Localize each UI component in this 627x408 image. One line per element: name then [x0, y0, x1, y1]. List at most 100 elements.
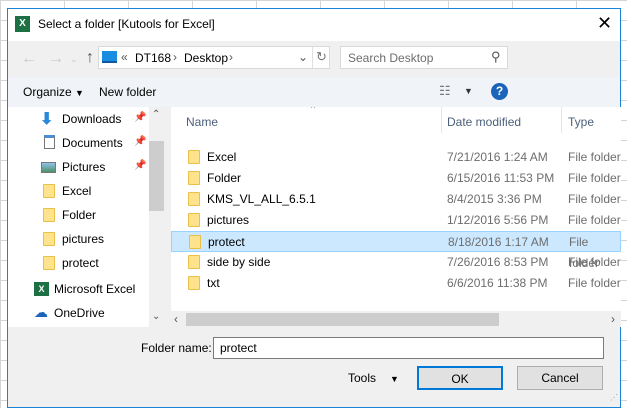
view-dropdown-icon[interactable]: ▼ — [464, 86, 473, 96]
file-date: 7/26/2016 8:53 PM — [447, 255, 549, 269]
back-icon[interactable]: ← — [21, 50, 37, 68]
view-options-icon[interactable]: ☷ — [439, 83, 451, 99]
file-row[interactable]: txt 6/6/2016 11:38 PM File folder — [171, 273, 621, 294]
download-icon: ⬇ — [40, 111, 54, 128]
sidebar-item-excel[interactable]: Excel — [8, 179, 148, 203]
file-row[interactable]: Excel 7/21/2016 1:24 AM File folder — [171, 147, 621, 168]
folder-icon — [188, 213, 200, 227]
refresh-icon[interactable]: ↻ — [316, 49, 327, 65]
ok-button[interactable]: OK — [417, 366, 503, 390]
file-row[interactable]: protect 8/18/2016 1:17 AM File folder — [171, 231, 621, 270]
file-date: 6/15/2016 11:53 PM — [447, 171, 555, 185]
file-date: 1/12/2016 5:56 PM — [447, 213, 549, 227]
tools-button[interactable]: Tools ▼ — [348, 371, 399, 385]
dropdown-arrow-icon: ▼ — [75, 88, 84, 98]
folder-name-input[interactable] — [213, 337, 604, 359]
scrollbar-thumb[interactable] — [149, 141, 164, 211]
recent-chevron-icon[interactable]: ⌄ — [70, 54, 78, 65]
breadcrumb-desktop[interactable]: Desktop — [184, 51, 228, 65]
file-type: File folder — [568, 213, 621, 227]
dropdown-arrow-icon: ▼ — [390, 374, 399, 384]
breadcrumb-overflow[interactable]: « — [121, 50, 128, 64]
file-row[interactable]: side by side 7/26/2016 8:53 PM File fold… — [171, 252, 621, 273]
sidebar-item-microsoft-excel[interactable]: Microsoft Excel — [8, 277, 148, 301]
search-input[interactable]: Search Desktop ⚲ — [340, 46, 508, 69]
folder-icon — [43, 208, 55, 222]
scrollbar-thumb[interactable] — [186, 313, 499, 326]
file-name: KMS_VL_ALL_6.5.1 — [207, 192, 316, 206]
search-placeholder: Search Desktop — [348, 51, 434, 65]
title-bar: X Select a folder [Kutools for Excel] ✕ — [8, 9, 620, 41]
scroll-down-icon[interactable]: ⌄ — [152, 311, 160, 322]
folder-icon — [189, 235, 201, 249]
file-name: txt — [207, 276, 220, 290]
scroll-right-icon[interactable]: › — [611, 312, 615, 326]
breadcrumb-separator: › — [229, 50, 233, 64]
close-icon[interactable]: ✕ — [597, 13, 612, 34]
sidebar-item-label: Pictures — [62, 160, 106, 174]
sidebar-item-label: Folder — [62, 208, 97, 222]
desktop-icon — [102, 51, 117, 63]
column-divider[interactable] — [561, 107, 562, 133]
file-type: File folder — [568, 255, 621, 269]
sidebar-item-onedrive[interactable]: OneDrive — [8, 301, 148, 325]
scroll-left-icon[interactable]: ‹ — [174, 312, 178, 326]
sidebar-item-label: Microsoft Excel — [54, 282, 136, 296]
file-name: protect — [208, 235, 245, 249]
sidebar-item-label: Downloads — [62, 112, 122, 126]
column-divider[interactable] — [441, 107, 442, 133]
horizontal-scrollbar[interactable]: ‹ › — [171, 311, 621, 327]
file-row[interactable]: Folder 6/15/2016 11:53 PM File folder — [171, 168, 621, 189]
sidebar-scrollbar[interactable]: ⌃ ⌄ — [149, 107, 164, 327]
column-header-name[interactable]: Name — [186, 115, 218, 129]
folder-icon — [188, 171, 200, 185]
pictures-icon — [41, 162, 56, 173]
sidebar-item-label: protect — [62, 256, 99, 270]
file-list: ^ Name Date modified Type Excel 7/21/201… — [171, 107, 621, 327]
column-header-date[interactable]: Date modified — [447, 115, 521, 129]
file-row[interactable]: pictures 1/12/2016 5:56 PM File folder — [171, 210, 621, 231]
scroll-up-icon[interactable]: ⌃ — [152, 109, 160, 120]
organize-label: Organize — [23, 85, 72, 99]
sidebar-item-pictures-folder[interactable]: pictures — [8, 227, 148, 251]
help-icon[interactable]: ? — [491, 83, 508, 100]
forward-icon[interactable]: → — [48, 50, 64, 68]
file-name: Folder — [207, 171, 242, 185]
folder-icon — [43, 256, 55, 270]
sort-indicator-icon: ^ — [311, 107, 316, 113]
cancel-button[interactable]: Cancel — [517, 366, 603, 390]
folder-icon — [43, 232, 55, 246]
sidebar-item-downloads[interactable]: Downloads — [8, 107, 148, 131]
address-bar[interactable]: « DT168 › Desktop › ⌄ ↻ — [98, 46, 330, 69]
folder-icon — [188, 192, 200, 206]
folder-icon — [188, 276, 200, 290]
sidebar-item-pictures[interactable]: Pictures — [8, 155, 148, 179]
file-name: Excel — [207, 150, 237, 164]
search-icon[interactable]: ⚲ — [491, 49, 501, 65]
sidebar-item-documents[interactable]: Documents — [8, 131, 148, 155]
sidebar-item-label: pictures — [62, 232, 105, 246]
file-date: 6/6/2016 11:38 PM — [447, 276, 548, 290]
file-type: File folder — [568, 171, 621, 185]
up-icon[interactable]: ↑ — [86, 49, 94, 67]
pin-icon[interactable]: 📌 — [134, 136, 146, 147]
select-folder-dialog: X Select a folder [Kutools for Excel] ✕ … — [7, 8, 621, 408]
file-type: File folder — [568, 276, 621, 290]
sidebar-item-protect[interactable]: protect — [8, 251, 148, 275]
breadcrumb-dt168[interactable]: DT168 — [135, 51, 171, 65]
pin-icon[interactable]: 📌 — [134, 112, 146, 123]
address-dropdown-icon[interactable]: ⌄ — [298, 50, 308, 64]
resize-grip-icon[interactable]: ⋰ — [610, 393, 618, 402]
folder-icon — [188, 150, 200, 164]
file-row[interactable]: KMS_VL_ALL_6.5.1 8/4/2015 3:36 PM File f… — [171, 189, 621, 210]
breadcrumb-separator: › — [173, 50, 177, 64]
pin-icon[interactable]: 📌 — [134, 160, 146, 171]
organize-button[interactable]: Organize ▼ — [23, 85, 84, 99]
new-folder-button[interactable]: New folder — [99, 85, 156, 99]
onedrive-icon: ☁ — [34, 304, 48, 320]
excel-icon: X — [15, 16, 30, 32]
window-title: Select a folder [Kutools for Excel] — [38, 17, 215, 31]
column-header-type[interactable]: Type — [568, 115, 594, 129]
sidebar-item-folder[interactable]: Folder — [8, 203, 148, 227]
file-name: pictures — [207, 213, 250, 227]
